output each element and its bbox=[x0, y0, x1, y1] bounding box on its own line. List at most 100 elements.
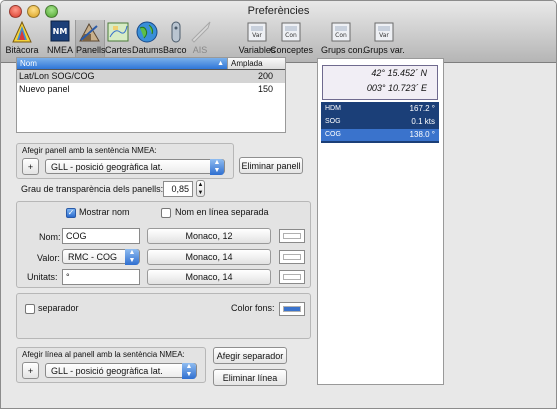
column-header-nom[interactable]: Nom ▲ bbox=[17, 58, 227, 69]
panels-table-header: Nom ▲ Amplada bbox=[17, 58, 285, 70]
add-line-sentence-value: GLL - posició geogràfica lat. bbox=[51, 366, 163, 376]
add-panel-group-title: Afegir panell amb la sentència NMEA: bbox=[22, 146, 157, 155]
separate-line-checkbox[interactable] bbox=[161, 208, 171, 218]
show-name-label: Mostrar nom bbox=[79, 207, 130, 217]
panel-preview: 42° 15.452´ N 003° 10.723´ E HDM 167.2 °… bbox=[317, 58, 444, 385]
toolbar-item-panells[interactable]: Panells bbox=[75, 20, 106, 62]
toolbar-label-ais: AIS bbox=[192, 45, 208, 55]
add-separator-button[interactable]: Afegir separador bbox=[213, 347, 287, 364]
preview-line-cog[interactable]: COG 138.0 ° bbox=[321, 129, 439, 141]
row-width: 150 bbox=[257, 84, 273, 94]
popup-arrows-icon: ▲ ▼ bbox=[182, 363, 196, 379]
grups-con-icon: Con bbox=[331, 22, 351, 42]
toolbar-item-conceptes[interactable]: Con Conceptes bbox=[270, 20, 314, 62]
toolbar-item-grups-con[interactable]: Con Grups con. bbox=[321, 20, 366, 62]
ais-icon bbox=[191, 21, 211, 43]
grups-var-icon: Var bbox=[374, 22, 394, 42]
toolbar-item-barco[interactable]: Barco bbox=[163, 20, 187, 62]
background-color-well[interactable] bbox=[279, 302, 305, 316]
title-bar: Preferències Bitàcora NM NMEA Panells Ca… bbox=[1, 1, 556, 63]
column-header-amplada[interactable]: Amplada bbox=[227, 58, 285, 69]
separator-group: separador Color fons: bbox=[16, 293, 311, 339]
position-display[interactable]: 42° 15.452´ N 003° 10.723´ E bbox=[322, 65, 438, 100]
remove-line-button[interactable]: Eliminar línea bbox=[213, 369, 287, 386]
popup-arrows-icon: ▲ ▼ bbox=[125, 249, 139, 265]
barco-icon bbox=[171, 21, 181, 43]
cartes-icon bbox=[107, 22, 129, 42]
toolbar-label-datums: Datums bbox=[132, 45, 164, 55]
name-input[interactable]: COG bbox=[62, 228, 140, 244]
preview-line-hdm[interactable]: HDM 167.2 ° bbox=[321, 103, 439, 115]
toolbar-label-grups-con: Grups con. bbox=[321, 45, 366, 55]
units-font-button[interactable]: Monaco, 14 bbox=[147, 269, 271, 285]
background-color-label: Color fons: bbox=[231, 303, 275, 313]
svg-text:NM: NM bbox=[53, 27, 68, 36]
panells-icon bbox=[79, 22, 100, 42]
panels-table[interactable]: Nom ▲ Amplada Lat/Lon SOG/COG 200 Nuevo p… bbox=[16, 57, 286, 133]
row-name: Nuevo panel bbox=[19, 84, 70, 94]
popup-arrows-icon: ▲ ▼ bbox=[210, 159, 224, 175]
toolbar-label-grups-var: Grups var. bbox=[363, 45, 405, 55]
name-color-well[interactable] bbox=[279, 229, 305, 243]
conceptes-icon: Con bbox=[281, 22, 301, 42]
preview-line-sog[interactable]: SOG 0.1 kts bbox=[321, 116, 439, 128]
add-panel-sentence-select[interactable]: GLL - posició geogràfica lat. ▲ ▼ bbox=[45, 159, 225, 175]
name-font-button[interactable]: Monaco, 12 bbox=[147, 228, 271, 244]
units-input[interactable]: ° bbox=[62, 269, 140, 285]
value-font-button[interactable]: Monaco, 14 bbox=[147, 249, 271, 265]
row-width: 200 bbox=[257, 71, 273, 81]
preview-line-name: COG bbox=[325, 131, 341, 138]
toolbar-item-cartes[interactable]: Cartes bbox=[105, 20, 132, 62]
toolbar-label-cartes: Cartes bbox=[105, 45, 132, 55]
toolbar-item-datums[interactable]: Datums bbox=[132, 20, 164, 62]
transparency-input[interactable]: 0,85 bbox=[163, 181, 193, 197]
separator-checkbox[interactable] bbox=[25, 304, 35, 314]
separate-line-label: Nom en línea separada bbox=[175, 207, 269, 217]
longitude-text: 003° 10.723´ E bbox=[366, 83, 427, 93]
preferences-window: Preferències Bitàcora NM NMEA Panells Ca… bbox=[0, 0, 557, 409]
table-row[interactable]: Lat/Lon SOG/COG 200 bbox=[17, 70, 285, 83]
svg-text:Var: Var bbox=[252, 32, 262, 39]
nmea-lines-panel: HDM 167.2 ° SOG 0.1 kts COG 138.0 ° bbox=[321, 102, 439, 143]
add-panel-plus-button[interactable]: + bbox=[22, 158, 39, 175]
units-label: Unitats: bbox=[27, 272, 58, 282]
toolbar-item-bitacora[interactable]: Bitàcora bbox=[5, 20, 39, 62]
variables-icon: Var bbox=[247, 22, 267, 42]
toolbar-label-panells: Panells bbox=[76, 45, 106, 55]
toolbar-label-barco: Barco bbox=[163, 45, 187, 55]
show-name-checkbox[interactable]: ✓ bbox=[66, 208, 76, 218]
latitude-text: 42° 15.452´ N bbox=[371, 68, 427, 78]
table-row[interactable]: Nuevo panel 150 bbox=[17, 83, 285, 96]
add-line-group: Afegir línea al panell amb la sentència … bbox=[16, 347, 206, 383]
add-panel-group: Afegir panell amb la sentència NMEA: + G… bbox=[16, 143, 234, 179]
line-settings-group: ✓ Mostrar nom Nom en línea separada Nom:… bbox=[16, 201, 311, 288]
units-color-well[interactable] bbox=[279, 270, 305, 284]
transparency-label: Grau de transparència dels panells: bbox=[21, 184, 164, 194]
add-line-group-title: Afegir línea al panell amb la sentència … bbox=[22, 350, 185, 359]
row-name: Lat/Lon SOG/COG bbox=[19, 71, 95, 81]
transparency-stepper[interactable]: ▲ ▼ bbox=[196, 180, 205, 197]
remove-panel-button[interactable]: Eliminar panell bbox=[239, 157, 303, 174]
globe-icon bbox=[136, 21, 158, 43]
bitacora-icon bbox=[12, 20, 32, 43]
value-select-value: RMC - COG bbox=[68, 252, 117, 262]
value-color-well[interactable] bbox=[279, 250, 305, 264]
toolbar-item-nmea[interactable]: NM NMEA bbox=[45, 20, 75, 62]
window-title: Preferències bbox=[247, 5, 310, 17]
add-line-plus-button[interactable]: + bbox=[22, 362, 39, 379]
toolbar-item-grups-var[interactable]: Var Grups var. bbox=[363, 20, 405, 62]
separator-label: separador bbox=[38, 303, 79, 313]
svg-text:Con: Con bbox=[285, 32, 297, 39]
sort-arrow-icon: ▲ bbox=[217, 60, 224, 67]
value-select[interactable]: RMC - COG ▲ ▼ bbox=[62, 249, 140, 265]
toolbar-label-nmea: NMEA bbox=[46, 45, 73, 55]
svg-text:Con: Con bbox=[335, 32, 347, 39]
svg-text:Var: Var bbox=[379, 32, 389, 39]
preview-line-value: 0.1 kts bbox=[411, 117, 435, 126]
value-label: Valor: bbox=[37, 253, 60, 263]
preview-line-name: SOG bbox=[325, 118, 341, 125]
toolbar-label-conceptes: Conceptes bbox=[270, 45, 314, 55]
add-line-sentence-select[interactable]: GLL - posició geogràfica lat. ▲ ▼ bbox=[45, 363, 197, 379]
toolbar-label-bitacora: Bitàcora bbox=[5, 45, 39, 55]
add-panel-sentence-value: GLL - posició geogràfica lat. bbox=[51, 162, 163, 172]
